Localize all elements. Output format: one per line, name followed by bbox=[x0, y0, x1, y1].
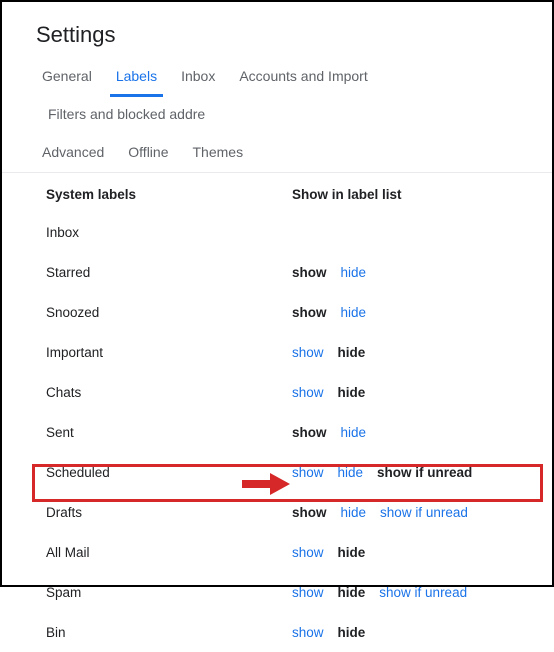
option-show[interactable]: show bbox=[292, 265, 327, 280]
label-options: show hide bbox=[292, 545, 365, 560]
page-title: Settings bbox=[36, 22, 552, 48]
label-options: show hide bbox=[292, 385, 365, 400]
label-row-scheduled: Scheduledshow hide show if unread bbox=[46, 452, 552, 492]
label-name: Chats bbox=[46, 385, 292, 400]
tab-filters-and-blocked-addre[interactable]: Filters and blocked addre bbox=[36, 96, 217, 134]
option-show[interactable]: show bbox=[292, 345, 324, 360]
label-options: show hide bbox=[292, 265, 366, 280]
option-show[interactable]: show bbox=[292, 465, 324, 480]
option-show[interactable]: show bbox=[292, 385, 324, 400]
option-show[interactable]: show bbox=[292, 625, 324, 640]
option-hide[interactable]: hide bbox=[338, 465, 364, 480]
label-row-important: Importantshow hide bbox=[46, 332, 552, 372]
label-options: show hide show if unread bbox=[292, 505, 468, 520]
labels-content: System labels Show in label list Inbox St… bbox=[2, 173, 552, 652]
label-row-starred: Starredshow hide bbox=[46, 252, 552, 292]
settings-header: Settings bbox=[2, 2, 552, 58]
label-options: show hide show if unread bbox=[292, 465, 472, 480]
option-hide[interactable]: hide bbox=[338, 625, 366, 640]
label-row-chats: Chatsshow hide bbox=[46, 372, 552, 412]
label-row-bin: Binshow hide bbox=[46, 612, 552, 652]
label-name: Drafts bbox=[46, 505, 292, 520]
label-name: Snoozed bbox=[46, 305, 292, 320]
option-hide[interactable]: hide bbox=[338, 345, 366, 360]
label-name: Sent bbox=[46, 425, 292, 440]
option-show_if_unread[interactable]: show if unread bbox=[380, 505, 468, 520]
tab-inbox[interactable]: Inbox bbox=[169, 58, 227, 96]
settings-tabs: GeneralLabelsInboxAccounts and Import Fil… bbox=[2, 58, 552, 173]
label-row-all-mail: All Mailshow hide bbox=[46, 532, 552, 572]
option-show[interactable]: show bbox=[292, 505, 327, 520]
label-row-drafts: Draftsshow hide show if unread bbox=[46, 492, 552, 532]
label-row-inbox: Inbox bbox=[46, 212, 552, 252]
option-hide[interactable]: hide bbox=[338, 545, 366, 560]
option-hide[interactable]: hide bbox=[338, 385, 366, 400]
option-hide[interactable]: hide bbox=[341, 505, 367, 520]
tab-general[interactable]: General bbox=[36, 58, 104, 96]
option-show[interactable]: show bbox=[292, 425, 327, 440]
column-show-in-list: Show in label list bbox=[292, 187, 402, 202]
label-name: Important bbox=[46, 345, 292, 360]
option-show[interactable]: show bbox=[292, 305, 327, 320]
tab-labels[interactable]: Labels bbox=[104, 58, 169, 96]
label-options: show hide bbox=[292, 305, 366, 320]
label-options: show hide bbox=[292, 345, 365, 360]
label-options: show hide bbox=[292, 425, 366, 440]
columns-header: System labels Show in label list bbox=[46, 187, 552, 212]
tab-themes[interactable]: Themes bbox=[181, 134, 256, 172]
tab-advanced[interactable]: Advanced bbox=[36, 134, 116, 172]
tab-accounts-and-import[interactable]: Accounts and Import bbox=[227, 58, 379, 96]
label-name: Bin bbox=[46, 625, 292, 640]
label-name: Scheduled bbox=[46, 465, 292, 480]
tabs-row-2: AdvancedOfflineThemes bbox=[36, 134, 552, 172]
tab-offline[interactable]: Offline bbox=[116, 134, 180, 172]
label-options: show hide bbox=[292, 625, 365, 640]
label-row-spam: Spamshowhideshow if unread bbox=[46, 572, 552, 612]
label-row-snoozed: Snoozedshow hide bbox=[46, 292, 552, 332]
labels-rows: InboxStarredshowhideSnoozedshowhideImpor… bbox=[46, 212, 552, 652]
tabs-row-1: GeneralLabelsInboxAccounts and Import Fil… bbox=[36, 58, 552, 134]
label-name: All Mail bbox=[46, 545, 292, 560]
option-show[interactable]: show bbox=[292, 545, 324, 560]
option-show_if_unread[interactable]: show if unread bbox=[377, 465, 472, 480]
label-name: Starred bbox=[46, 265, 292, 280]
option-hide[interactable]: hide bbox=[341, 265, 367, 280]
option-hide[interactable]: hide bbox=[341, 425, 367, 440]
column-system-labels: System labels bbox=[46, 187, 292, 202]
label-row-sent: Sentshow hide bbox=[46, 412, 552, 452]
label-name: Inbox bbox=[46, 225, 292, 240]
option-hide[interactable]: hide bbox=[341, 305, 367, 320]
